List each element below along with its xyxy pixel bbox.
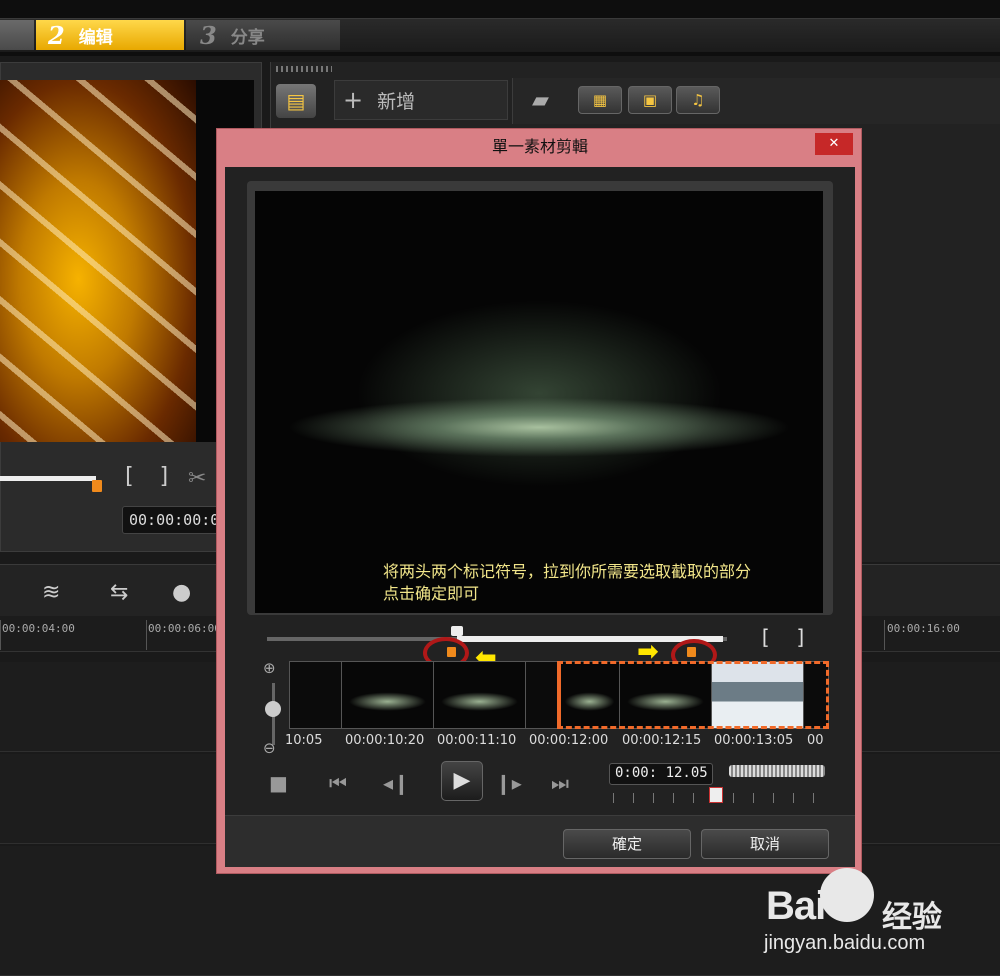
- ruler-label: 00:00:06:00: [148, 622, 221, 635]
- photo-icon: ▣: [642, 91, 658, 109]
- filmstrip-time: 10:05: [285, 733, 323, 748]
- ruler-tick: [884, 620, 885, 650]
- mark-in-button[interactable]: [: [122, 464, 135, 489]
- zoom-in-icon[interactable]: ⊕: [263, 659, 276, 677]
- media-library-icon[interactable]: ▤: [276, 84, 316, 118]
- ruler-tick: [146, 620, 147, 650]
- annotation-line-2: 点击确定即可: [383, 584, 480, 603]
- filmstrip-frame: [290, 662, 342, 728]
- preview-video-frame: [0, 80, 196, 442]
- tab-edit-label: 编辑: [78, 27, 113, 48]
- library-grip[interactable]: [276, 66, 332, 72]
- filmstrip-frame: [342, 662, 434, 728]
- dialog-mark-out-button[interactable]: ]: [795, 625, 807, 649]
- go-to-end-icon[interactable]: ⏭: [551, 771, 569, 795]
- tab-share-label: 分享: [230, 27, 265, 48]
- filmstrip-frame: [526, 662, 560, 728]
- dialog-timecode[interactable]: 0:00: 12.05 ▴▾: [609, 763, 713, 785]
- close-button[interactable]: ✕: [815, 133, 853, 155]
- filmstrip-time: 00: [807, 733, 824, 748]
- dialog-body: 将两头两个标记符号，拉到你所需要选取截取的部分 点击确定即可 ⬅ ➡ [ ] ⊕…: [225, 167, 855, 867]
- film-icon: ▦: [592, 91, 608, 109]
- stop-icon[interactable]: ■: [269, 771, 288, 795]
- filmstrip-time: 00:00:10:20: [345, 733, 425, 748]
- tab-share[interactable]: 3 分享: [186, 20, 340, 50]
- auto-music-icon[interactable]: ⇆: [110, 580, 128, 605]
- add-folder-button[interactable]: + 新增: [334, 80, 508, 120]
- trim-selection-box: [557, 661, 829, 729]
- show-audio-button[interactable]: ♫: [676, 86, 720, 114]
- add-folder-label: 新增: [377, 90, 416, 113]
- next-frame-icon[interactable]: ❙▸: [495, 771, 522, 795]
- plus-icon: +: [343, 86, 364, 114]
- zoom-slider-handle[interactable]: [265, 701, 281, 717]
- ruler-tick: [0, 620, 1, 650]
- tab-share-number: 3: [200, 20, 217, 50]
- trim-clip-dialog: 單一素材剪輯 ✕ 将两头两个标记符号，拉到你所需要选取截取的部分 点击确定即可 …: [216, 128, 862, 874]
- play-button[interactable]: ▶: [441, 761, 483, 801]
- dialog-video-preview: [255, 191, 823, 613]
- show-video-button[interactable]: ▦: [578, 86, 622, 114]
- filmstrip-time: 00:00:12:00: [529, 733, 609, 748]
- watermark-brand: Bai: [766, 884, 826, 928]
- ruler-label: 00:00:16:00: [887, 622, 960, 635]
- folder-icon[interactable]: ▰: [532, 88, 549, 113]
- tab-edit[interactable]: 2 编辑: [36, 20, 184, 50]
- previous-frame-icon[interactable]: ◂❙: [383, 771, 410, 795]
- trim-playhead[interactable]: [451, 626, 463, 636]
- watermark-url: jingyan.baidu.com: [764, 932, 926, 954]
- preview-timecode[interactable]: 00:00:00:0: [122, 506, 222, 534]
- frame-ruler-marker[interactable]: [709, 787, 723, 803]
- mark-out-button[interactable]: ]: [158, 464, 171, 489]
- baidu-paw-logo: [820, 868, 874, 922]
- tab-edit-number: 2: [48, 20, 65, 50]
- audio-mixer-icon[interactable]: ≋: [42, 580, 60, 605]
- cancel-button[interactable]: 取消: [701, 829, 829, 859]
- filmstrip-time: 00:00:11:10: [437, 733, 517, 748]
- filmstrip-time: 00:00:12:15: [622, 733, 702, 748]
- play-icon: ▶: [453, 768, 471, 793]
- show-photo-button[interactable]: ▣: [628, 86, 672, 114]
- annotation-text: 将两头两个标记符号，拉到你所需要选取截取的部分 点击确定即可: [383, 561, 751, 605]
- ruler-label: 00:00:04:00: [2, 622, 75, 635]
- dialog-timecode-value: 0:00: 12.05: [615, 765, 708, 781]
- watermark-brand-suffix: 经验: [882, 900, 942, 935]
- go-to-start-icon[interactable]: ⏮: [329, 771, 347, 795]
- scissors-icon[interactable]: ✂: [188, 466, 206, 491]
- motion-track-icon[interactable]: ●: [172, 580, 191, 605]
- dialog-mark-in-button[interactable]: [: [759, 625, 771, 649]
- filmstrip-time: 00:00:13:05: [714, 733, 794, 748]
- annotation-line-1: 将两头两个标记符号，拉到你所需要选取截取的部分: [383, 562, 752, 581]
- filmstrip-frame: [434, 662, 526, 728]
- music-note-icon: ♫: [691, 91, 705, 109]
- preview-scrubber[interactable]: [0, 476, 96, 481]
- tab-capture-edge[interactable]: [0, 20, 34, 50]
- preview-scrubber-handle[interactable]: [92, 480, 102, 492]
- jog-wheel[interactable]: [729, 765, 825, 777]
- zoom-out-icon[interactable]: ⊖: [263, 739, 276, 757]
- dialog-title: 單一素材剪輯: [491, 137, 588, 156]
- confirm-button[interactable]: 確定: [563, 829, 691, 859]
